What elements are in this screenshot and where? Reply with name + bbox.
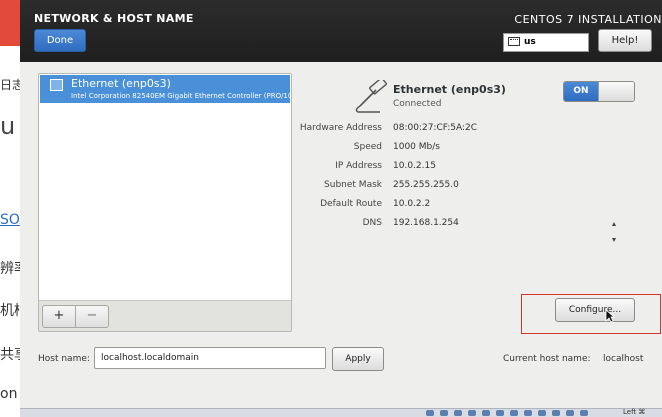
background-red-bar bbox=[0, 0, 20, 46]
info-label: IP Address bbox=[335, 161, 382, 171]
info-value: 1000 Mb/s bbox=[393, 142, 440, 152]
device-title: Ethernet (enp0s3) bbox=[393, 83, 506, 96]
tray-icon[interactable] bbox=[580, 410, 588, 416]
network-device-list: Ethernet (enp0s3) Intel Corporation 8254… bbox=[38, 73, 292, 332]
info-row-dns: DNS 192.168.1.254 bbox=[284, 218, 614, 232]
tray-icon[interactable] bbox=[426, 410, 434, 416]
installation-title: CENTOS 7 INSTALLATION bbox=[514, 13, 662, 26]
add-device-button[interactable]: + bbox=[42, 305, 76, 328]
info-row-ip-address: IP Address 10.0.2.15 bbox=[284, 161, 614, 175]
done-button[interactable]: Done bbox=[34, 29, 86, 52]
ethernet-icon bbox=[50, 79, 63, 91]
info-value: 08:00:27:CF:5A:2C bbox=[393, 123, 478, 133]
background-text: on bbox=[0, 386, 18, 402]
tray-icon[interactable] bbox=[524, 410, 532, 416]
device-item-name: Ethernet (enp0s3) bbox=[71, 77, 171, 90]
info-row-subnet-mask: Subnet Mask 255.255.255.0 bbox=[284, 180, 614, 194]
host-name-input[interactable] bbox=[94, 347, 326, 369]
info-label: Default Route bbox=[320, 199, 382, 209]
remove-device-button[interactable]: − bbox=[75, 305, 109, 328]
tray-icon[interactable] bbox=[468, 410, 476, 416]
tray-icon[interactable] bbox=[552, 410, 560, 416]
info-label: Speed bbox=[353, 142, 382, 152]
current-host-name-label: Current host name: bbox=[503, 354, 591, 364]
host-key-label: Left ⌘ bbox=[623, 408, 646, 416]
tray-icon[interactable] bbox=[482, 410, 490, 416]
tray-icon[interactable] bbox=[566, 410, 574, 416]
host-name-label: Host name: bbox=[38, 354, 90, 364]
info-value: 192.168.1.254 bbox=[393, 218, 459, 228]
tray-icon[interactable] bbox=[454, 410, 462, 416]
info-label: Subnet Mask bbox=[324, 180, 382, 190]
spoke-header: NETWORK & HOST NAME Done CENTOS 7 INSTAL… bbox=[20, 0, 662, 62]
keyboard-layout-label: us bbox=[524, 37, 536, 47]
scroll-arrows-icon[interactable] bbox=[612, 222, 616, 242]
configure-button[interactable]: Configure... bbox=[555, 298, 635, 322]
installer-window: NETWORK & HOST NAME Done CENTOS 7 INSTAL… bbox=[20, 0, 662, 408]
info-row-speed: Speed 1000 Mb/s bbox=[284, 142, 614, 156]
help-button[interactable]: Help! bbox=[598, 29, 652, 52]
device-item-description: Intel Corporation 82540EM Gigabit Ethern… bbox=[71, 92, 290, 100]
device-item-enp0s3[interactable]: Ethernet (enp0s3) Intel Corporation 8254… bbox=[40, 75, 290, 103]
info-label: Hardware Address bbox=[299, 123, 382, 133]
network-wired-icon bbox=[355, 80, 387, 113]
tray-icon[interactable] bbox=[440, 410, 448, 416]
tray-icon[interactable] bbox=[496, 410, 504, 416]
background-text: u bbox=[0, 112, 16, 140]
info-value: 255.255.255.0 bbox=[393, 180, 459, 190]
tray-icon[interactable] bbox=[538, 410, 546, 416]
keyboard-icon bbox=[508, 37, 520, 46]
switch-knob[interactable] bbox=[598, 82, 634, 101]
info-row-default-route: Default Route 10.0.2.2 bbox=[284, 199, 614, 213]
connection-status: Connected bbox=[393, 99, 442, 109]
info-label: DNS bbox=[362, 218, 382, 228]
info-value: 10.0.2.2 bbox=[393, 199, 431, 209]
mouse-cursor-icon bbox=[605, 309, 615, 323]
info-row-hardware-address: Hardware Address 08:00:27:CF:5A:2C bbox=[284, 123, 614, 137]
page-title: NETWORK & HOST NAME bbox=[34, 12, 194, 25]
apply-button[interactable]: Apply bbox=[332, 347, 384, 371]
info-value: 10.0.2.15 bbox=[393, 161, 436, 171]
device-list-toolbar: + − bbox=[39, 300, 291, 331]
tray-icon[interactable] bbox=[510, 410, 518, 416]
current-host-name-value: localhost bbox=[603, 354, 644, 364]
keyboard-layout-indicator[interactable]: us bbox=[503, 33, 589, 52]
switch-on-label: ON bbox=[564, 82, 598, 101]
device-on-off-switch[interactable]: ON bbox=[563, 81, 635, 102]
